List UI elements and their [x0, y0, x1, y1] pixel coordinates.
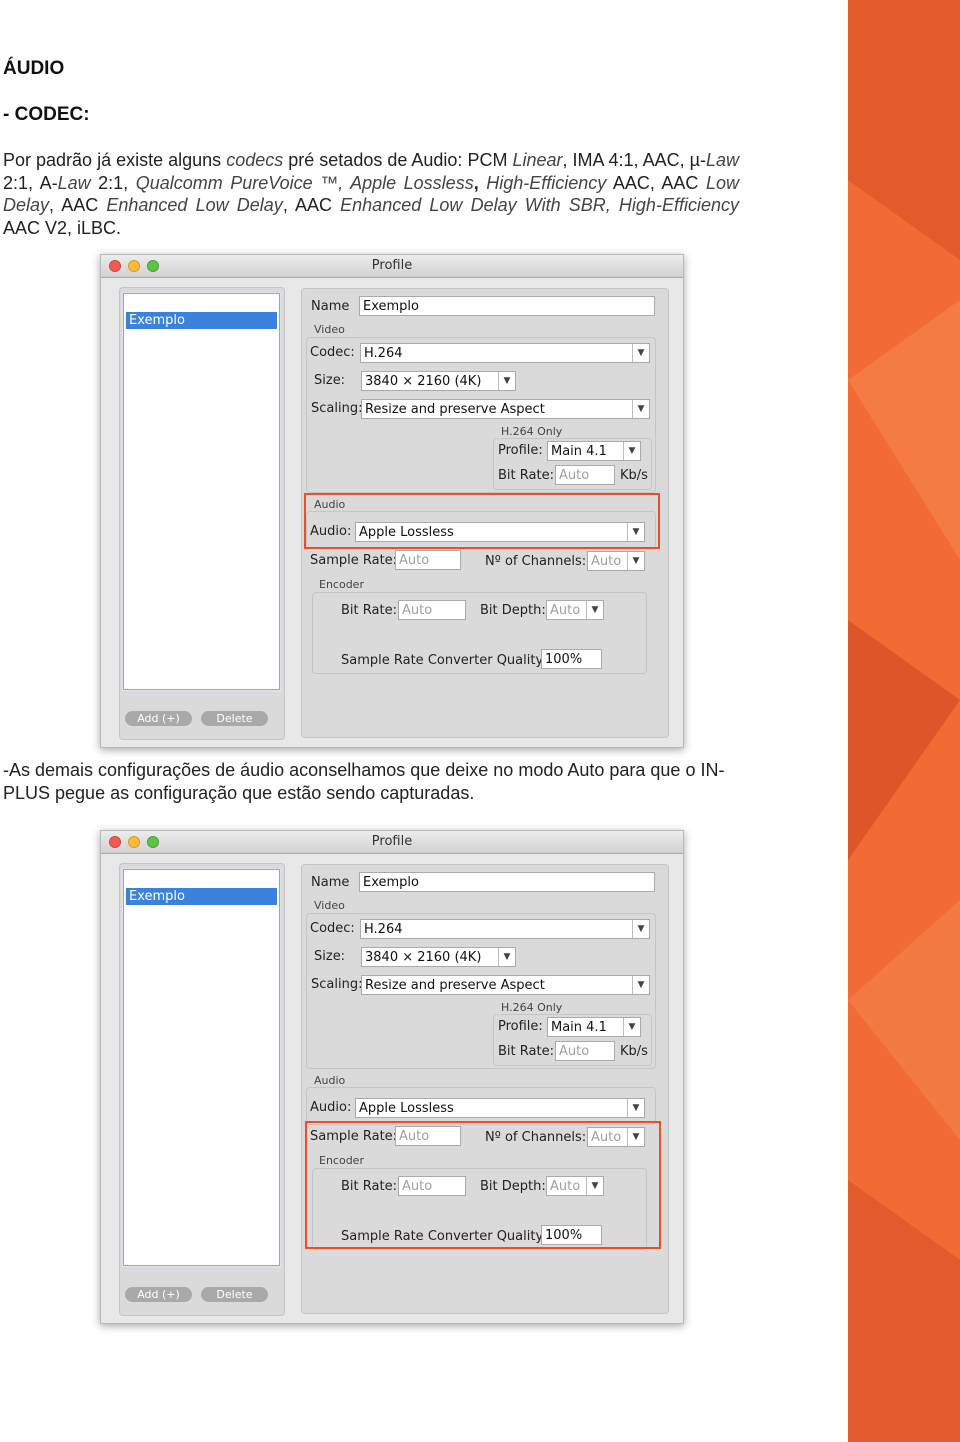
- scaling-value: Resize and preserve Aspect: [365, 402, 545, 417]
- title-bar: Profile: [101, 255, 683, 278]
- channels-select[interactable]: Auto ▼: [587, 551, 645, 571]
- channels-value: Auto: [591, 554, 622, 569]
- chevron-down-icon: ▼: [627, 552, 644, 570]
- enc-bitrate-field[interactable]: Auto: [398, 600, 466, 620]
- codec-select[interactable]: H.264 ▼: [360, 343, 650, 363]
- profile-dialog-1: Profile Exemplo Add (+) Delete Name Exem…: [100, 254, 684, 748]
- highlight-audio-codec: [304, 493, 660, 549]
- profile-label: Profile:: [498, 1019, 543, 1034]
- bit-depth-select[interactable]: Auto ▼: [546, 600, 604, 620]
- sample-rate-label: Sample Rate:: [310, 553, 398, 568]
- chevron-down-icon: ▼: [498, 948, 515, 966]
- profile-list[interactable]: Exemplo: [123, 293, 280, 690]
- chevron-down-icon: ▼: [623, 442, 640, 460]
- delete-profile-button[interactable]: Delete: [201, 711, 268, 726]
- profile-list-item[interactable]: Exemplo: [126, 888, 277, 905]
- size-select[interactable]: 3840 × 2160 (4K) ▼: [361, 947, 516, 967]
- profile-select[interactable]: Main 4.1 ▼: [547, 441, 641, 461]
- chevron-down-icon: ▼: [627, 1099, 644, 1117]
- chevron-down-icon: ▼: [632, 976, 649, 994]
- decorative-side-band: [848, 0, 960, 1442]
- subsection-title: - CODEC:: [3, 104, 90, 125]
- audio-value: Apple Lossless: [359, 1101, 454, 1116]
- audio-section-label: Audio: [314, 1074, 346, 1087]
- video-bitrate-field[interactable]: Auto: [555, 465, 615, 485]
- sample-rate-field[interactable]: Auto: [395, 550, 461, 570]
- chevron-down-icon: ▼: [586, 601, 603, 619]
- scaling-label: Scaling:: [311, 401, 363, 416]
- window-title: Profile: [371, 258, 413, 273]
- chevron-down-icon: ▼: [632, 920, 649, 938]
- intro-paragraph: Por padrão já existe alguns codecs pré s…: [3, 150, 739, 239]
- scaling-label: Scaling:: [311, 977, 363, 992]
- chevron-down-icon: ▼: [623, 1018, 640, 1036]
- src-quality-field[interactable]: 100%: [541, 649, 602, 669]
- video-bitrate-field[interactable]: Auto: [555, 1041, 615, 1061]
- video-bitrate-label: Bit Rate:: [498, 468, 554, 483]
- video-bitrate-label: Bit Rate:: [498, 1044, 554, 1059]
- audio-select[interactable]: Apple Lossless ▼: [355, 1098, 645, 1118]
- size-value: 3840 × 2160 (4K): [365, 950, 482, 965]
- size-label: Size:: [314, 949, 346, 964]
- bit-depth-value: Auto: [550, 603, 581, 618]
- codec-select[interactable]: H.264 ▼: [360, 919, 650, 939]
- scaling-select[interactable]: Resize and preserve Aspect ▼: [361, 399, 650, 419]
- video-section-label: Video: [314, 899, 345, 912]
- name-field[interactable]: Exemplo: [359, 296, 655, 316]
- window-title: Profile: [371, 834, 413, 849]
- highlight-audio-auto-settings: [305, 1121, 661, 1249]
- enc-bitrate-label: Bit Rate:: [341, 603, 397, 618]
- codec-label: Codec:: [310, 921, 355, 936]
- size-select[interactable]: 3840 × 2160 (4K) ▼: [361, 371, 516, 391]
- size-label: Size:: [314, 373, 346, 388]
- section-title: ÁUDIO: [3, 58, 65, 79]
- name-label: Name: [311, 299, 350, 314]
- encoder-section-label: Encoder: [319, 578, 364, 591]
- title-bar: Profile: [101, 831, 683, 854]
- profile-value: Main 4.1: [551, 444, 607, 459]
- video-bitrate-unit: Kb/s: [620, 468, 648, 483]
- chevron-down-icon: ▼: [632, 400, 649, 418]
- chevron-down-icon: ▼: [632, 344, 649, 362]
- size-value: 3840 × 2160 (4K): [365, 374, 482, 389]
- codec-label: Codec:: [310, 345, 355, 360]
- chevron-down-icon: ▼: [498, 372, 515, 390]
- scaling-value: Resize and preserve Aspect: [365, 978, 545, 993]
- h264-section-label: H.264 Only: [501, 1001, 563, 1014]
- name-field[interactable]: Exemplo: [359, 872, 655, 892]
- profile-select[interactable]: Main 4.1 ▼: [547, 1017, 641, 1037]
- channels-label: Nº of Channels:: [485, 554, 587, 569]
- name-label: Name: [311, 875, 350, 890]
- profile-list-item[interactable]: Exemplo: [126, 312, 277, 329]
- second-paragraph: -As demais configurações de áudio aconse…: [3, 760, 725, 803]
- src-quality-label: Sample Rate Converter Quality:: [341, 653, 547, 668]
- codec-value: H.264: [364, 346, 403, 361]
- profile-label: Profile:: [498, 443, 543, 458]
- codec-value: H.264: [364, 922, 403, 937]
- add-profile-button[interactable]: Add (+): [125, 1287, 192, 1302]
- profile-list[interactable]: Exemplo: [123, 869, 280, 1266]
- h264-section-label: H.264 Only: [501, 425, 563, 438]
- scaling-select[interactable]: Resize and preserve Aspect ▼: [361, 975, 650, 995]
- bit-depth-label: Bit Depth:: [480, 603, 546, 618]
- profile-dialog-2: Profile Exemplo Add (+) Delete Name Exem…: [100, 830, 684, 1324]
- video-bitrate-unit: Kb/s: [620, 1044, 648, 1059]
- audio-label: Audio:: [310, 1100, 352, 1115]
- profile-value: Main 4.1: [551, 1020, 607, 1035]
- delete-profile-button[interactable]: Delete: [201, 1287, 268, 1302]
- add-profile-button[interactable]: Add (+): [125, 711, 192, 726]
- video-section-label: Video: [314, 323, 345, 336]
